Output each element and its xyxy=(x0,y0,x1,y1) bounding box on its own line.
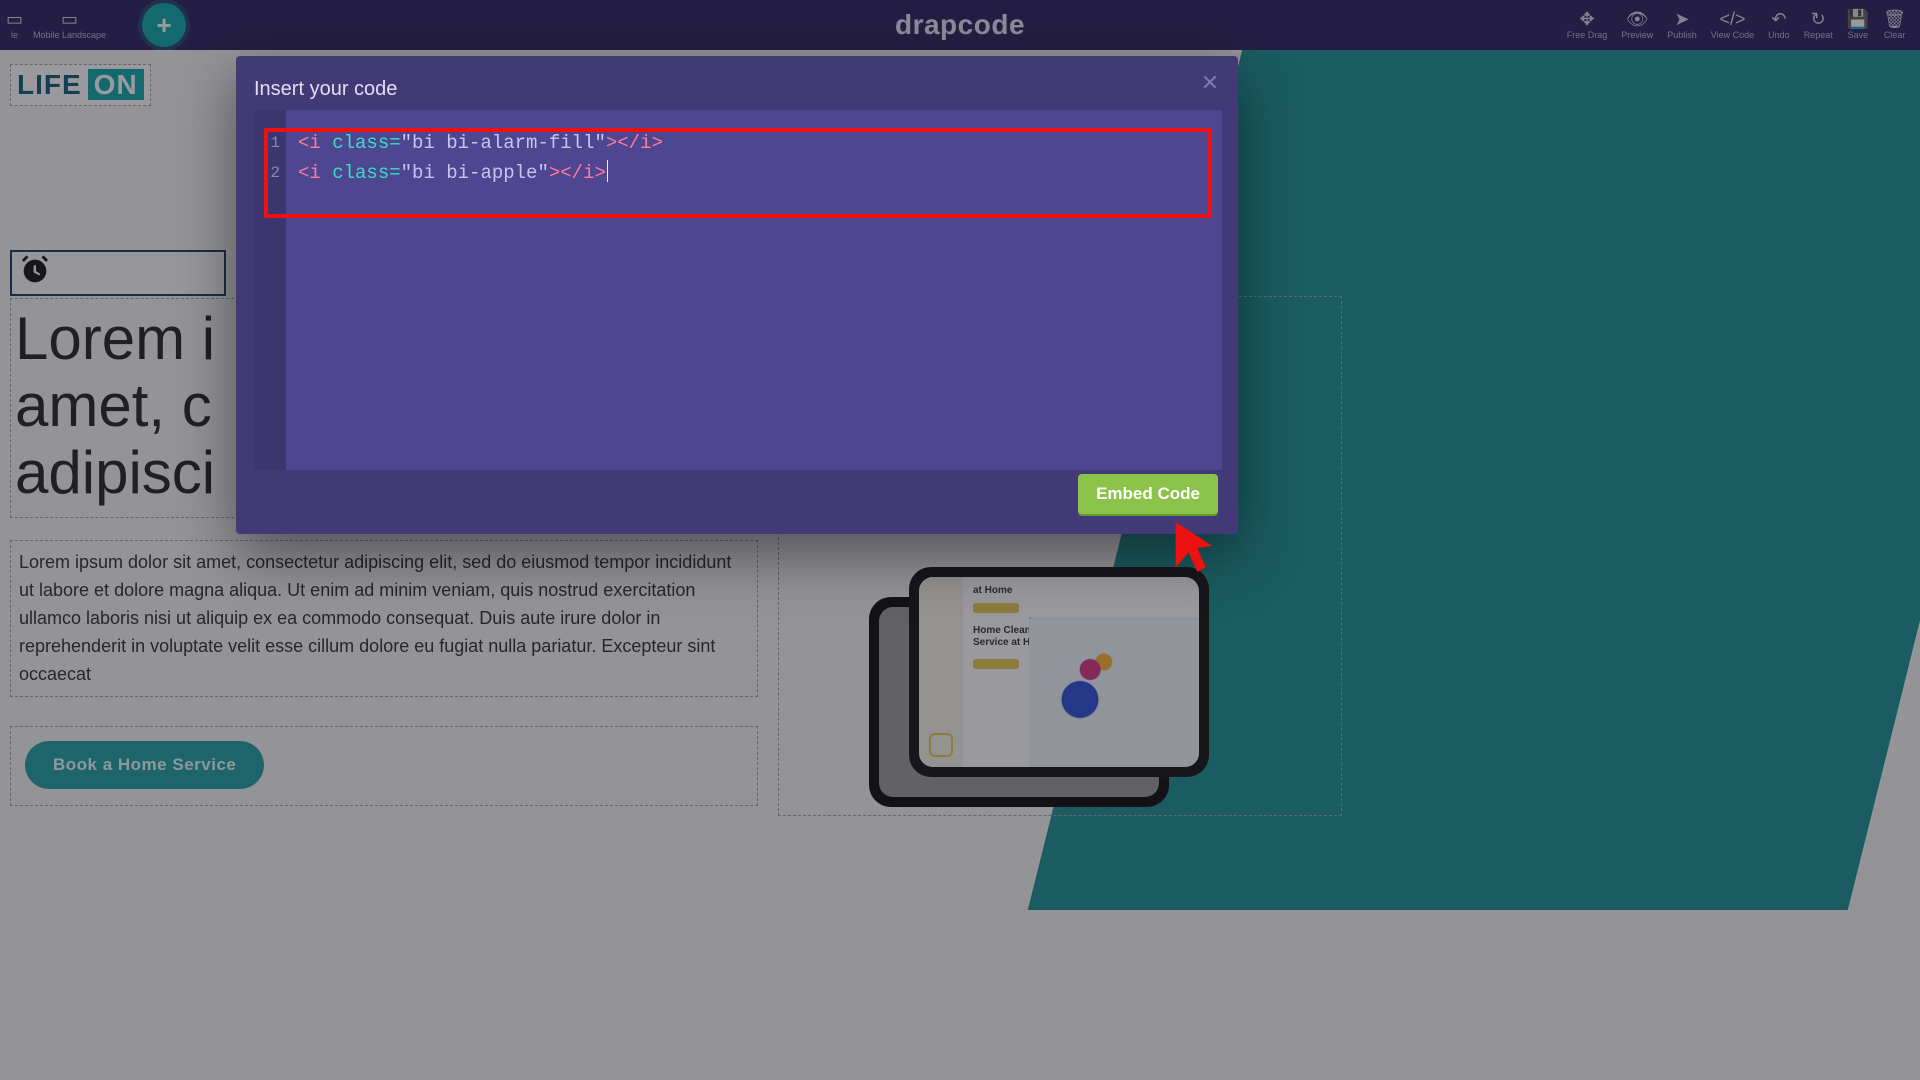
insert-code-modal: Insert your code ✕ 1 2 <i class="bi bi-a… xyxy=(236,56,1238,534)
code-editor[interactable]: 1 2 <i class="bi bi-alarm-fill"></i> <i … xyxy=(254,110,1222,470)
code-content[interactable]: <i class="bi bi-alarm-fill"></i> <i clas… xyxy=(286,110,1222,470)
annotation-cursor-icon xyxy=(1172,520,1216,574)
text-caret xyxy=(607,160,608,182)
modal-title: Insert your code xyxy=(254,78,397,101)
embed-code-button[interactable]: Embed Code xyxy=(1078,474,1218,514)
close-icon: ✕ xyxy=(1201,70,1219,95)
modal-close-button[interactable]: ✕ xyxy=(1196,70,1224,98)
line-gutter: 1 2 xyxy=(254,110,286,470)
